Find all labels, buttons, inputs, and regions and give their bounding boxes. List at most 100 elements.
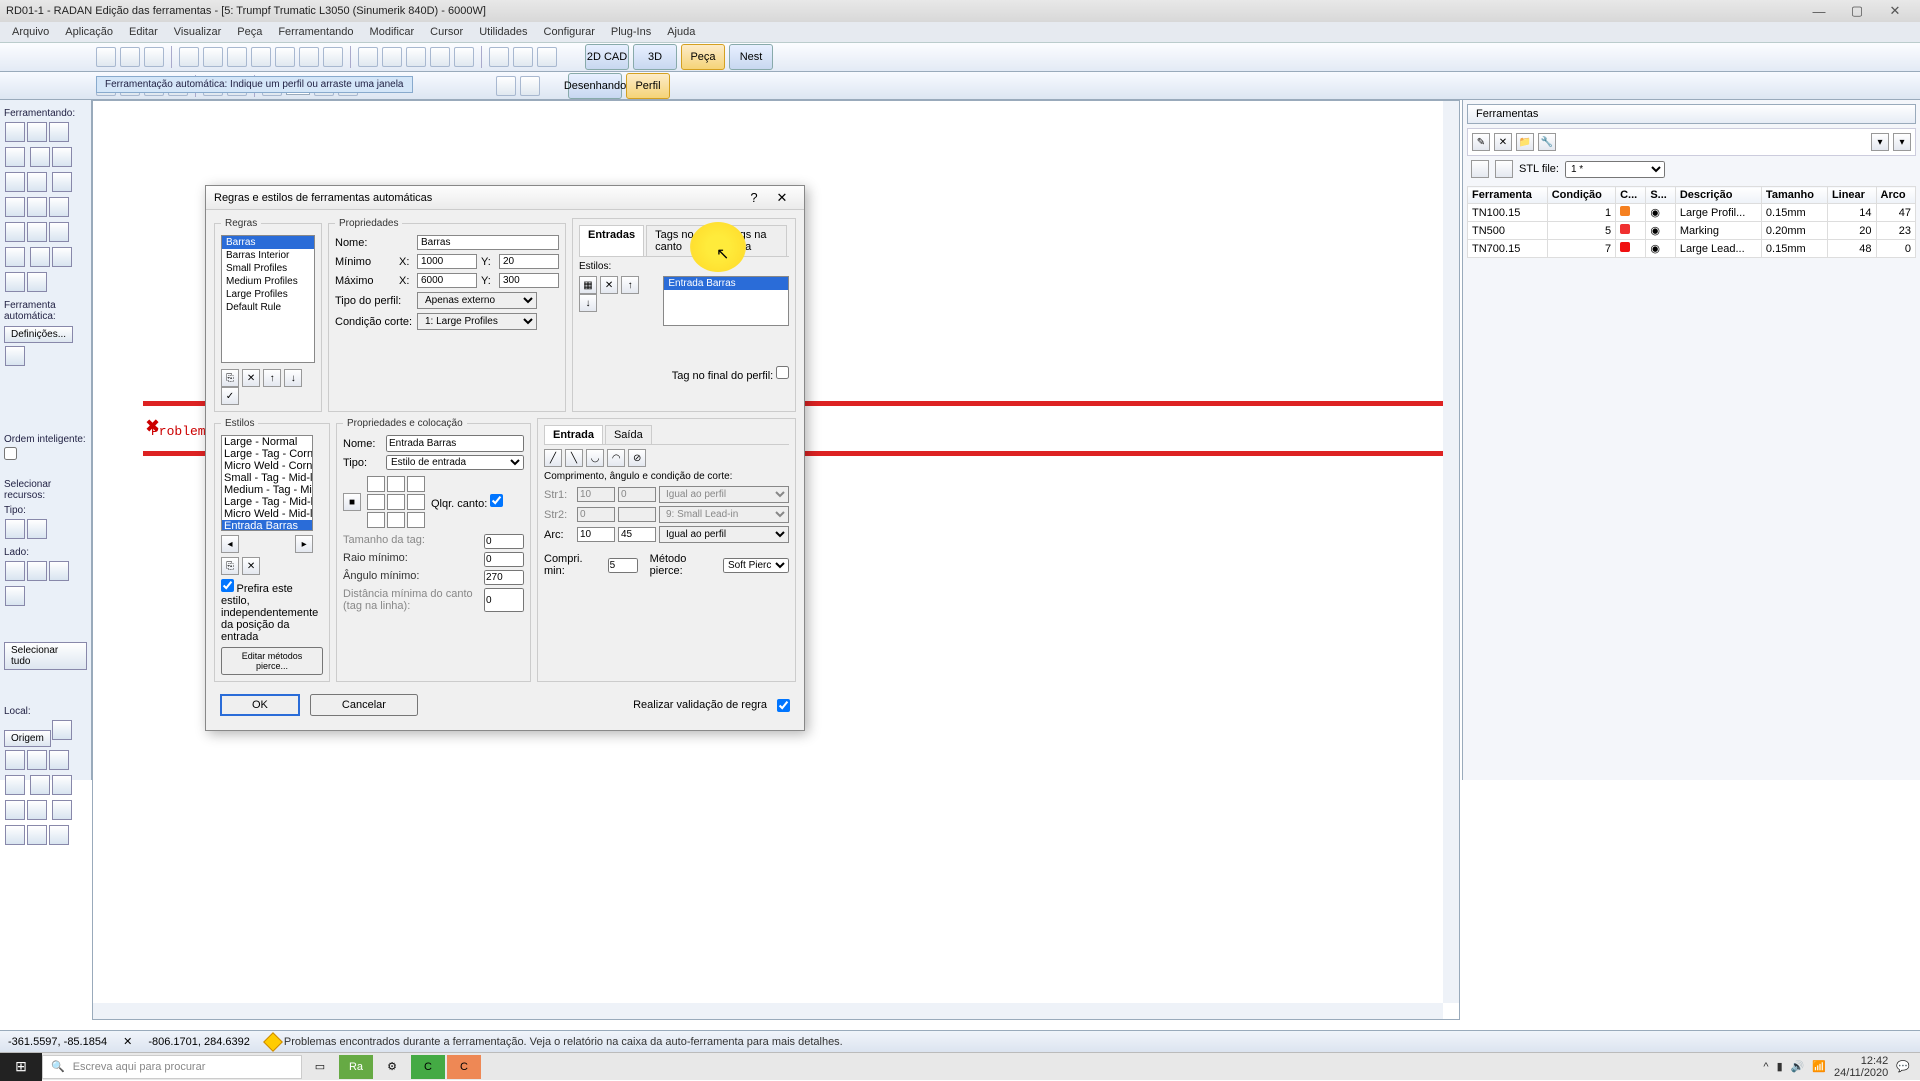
origem-button[interactable]: Origem [4,730,51,747]
cancelar-button[interactable]: Cancelar [310,694,418,716]
tool-btn[interactable] [5,222,25,242]
menu-plugins[interactable]: Plug-Ins [603,24,659,40]
cond-corte-select[interactable]: 1: Large Profiles [417,313,537,330]
selecionar-tudo-button[interactable]: Selecionar tudo [4,642,87,670]
ang-min-input[interactable] [484,570,524,585]
tab-entradas[interactable]: Entradas [579,225,644,256]
col-s[interactable]: S... [1646,187,1676,204]
estilos-listbox[interactable]: Entrada Barras [663,276,789,326]
tool-btn[interactable] [5,346,25,366]
mode-2dcad[interactable]: 2D CAD [585,44,629,70]
col-tamanho[interactable]: Tamanho [1761,187,1827,204]
list-item[interactable]: Micro Weld - Corner ta [222,460,312,472]
menu-peca[interactable]: Peça [229,24,270,40]
place-cell[interactable] [387,494,405,510]
dialog-close-button[interactable]: ✕ [768,189,796,207]
list-item[interactable]: Large - Tag - Mid-line [222,496,312,508]
mode-peca[interactable]: Peça [681,44,725,70]
tray-icon[interactable]: 📶 [1812,1060,1826,1073]
tool-btn[interactable] [30,247,50,267]
menu-configurar[interactable]: Configurar [536,24,603,40]
loc-btn[interactable] [30,775,50,795]
tool-btn[interactable] [27,272,47,292]
loc-btn[interactable] [5,825,25,845]
loc-btn[interactable] [5,775,25,795]
menu-utilidades[interactable]: Utilidades [471,24,535,40]
loc-btn[interactable] [27,800,47,820]
list-item[interactable]: Entrada Barras [664,277,788,290]
app-icon[interactable]: C [447,1055,481,1079]
ordem-checkbox[interactable] [4,447,17,460]
loc-btn[interactable] [27,750,47,770]
list-item[interactable]: Default Rule [222,301,314,314]
folder-icon[interactable]: 📁 [1516,133,1534,151]
place-cell[interactable] [407,512,425,528]
definicoes-button[interactable]: Definições... [4,326,73,343]
list-item[interactable]: Small Profiles [222,262,314,275]
tray-chevron-icon[interactable]: ^ [1763,1061,1768,1073]
tool-icon[interactable] [489,47,509,67]
tab-saida[interactable]: Saída [605,425,652,444]
place-cell[interactable] [387,476,405,492]
delete-icon[interactable]: ✕ [242,557,260,575]
tool-btn[interactable] [52,172,72,192]
submode-desenhando[interactable]: Desenhando [568,73,622,99]
copy-icon[interactable]: ⎘ [221,369,239,387]
tab-tags-linha[interactable]: Tags na linha [719,225,787,256]
col-descricao[interactable]: Descrição [1675,187,1761,204]
tool-icon[interactable] [358,47,378,67]
raio-min-input[interactable] [484,552,524,567]
delete-icon[interactable]: ✕ [242,369,260,387]
new-icon[interactable] [96,47,116,67]
menu-modificar[interactable]: Modificar [362,24,423,40]
table-row[interactable]: TN100.151◉Large Profil...0.15mm1447 [1468,204,1916,222]
notification-icon[interactable]: 💬 [1896,1060,1910,1073]
start-button[interactable]: ⊞ [0,1053,42,1081]
scroll-left-icon[interactable]: ◂ [221,535,239,553]
styles-list[interactable]: Large - Normal Large - Tag - Corner t Mi… [221,435,313,531]
tool-icon[interactable] [430,47,450,67]
save-icon[interactable] [144,47,164,67]
arc-cond[interactable]: Igual ao perfil [659,526,789,543]
add-icon[interactable]: ▦ [579,276,597,294]
list-item[interactable]: Barras Interior [222,249,314,262]
delete-icon[interactable]: ✕ [600,276,618,294]
tool-btn[interactable] [27,172,47,192]
tool-icon[interactable] [520,76,540,96]
tool-btn[interactable] [27,197,47,217]
down-icon[interactable]: ↓ [284,369,302,387]
loc-btn[interactable] [5,750,25,770]
prop-nome-input[interactable] [386,435,524,452]
max-x-input[interactable] [417,273,477,288]
up-icon[interactable]: ↑ [621,276,639,294]
submode-perfil[interactable]: Perfil [626,73,670,99]
tipo-select[interactable]: Estilo de entrada [386,455,524,470]
task-view-icon[interactable]: ▭ [303,1055,337,1079]
loc-btn[interactable] [52,800,72,820]
filter-icon[interactable] [406,47,426,67]
loc-btn[interactable] [52,775,72,795]
tool-icon[interactable] [251,47,271,67]
dropdown-icon[interactable]: ▾ [1871,133,1889,151]
arc-icon[interactable]: ◡ [586,449,604,467]
list-item[interactable]: Medium - Tag - Mid-line [222,484,312,496]
search-input[interactable]: 🔍 Escreva aqui para procurar [42,1055,302,1079]
col-ferramenta[interactable]: Ferramenta [1468,187,1548,204]
none-icon[interactable]: ⊘ [628,449,646,467]
origem-btn[interactable] [52,720,72,740]
place-cell[interactable] [387,512,405,528]
lado-btn[interactable] [49,561,69,581]
menu-editar[interactable]: Editar [121,24,166,40]
tipo-btn[interactable] [27,519,47,539]
arc-len[interactable] [577,527,615,542]
help-icon[interactable] [537,47,557,67]
mode-3d[interactable]: 3D [633,44,677,70]
min-x-input[interactable] [417,254,477,269]
scroll-right-icon[interactable]: ▸ [295,535,313,553]
list-item[interactable]: Barras [222,236,314,249]
refresh-icon[interactable] [323,47,343,67]
tool-icon[interactable] [513,47,533,67]
tag-final-checkbox[interactable] [776,366,789,379]
tool-btn[interactable] [5,247,25,267]
app-icon[interactable]: C [411,1055,445,1079]
